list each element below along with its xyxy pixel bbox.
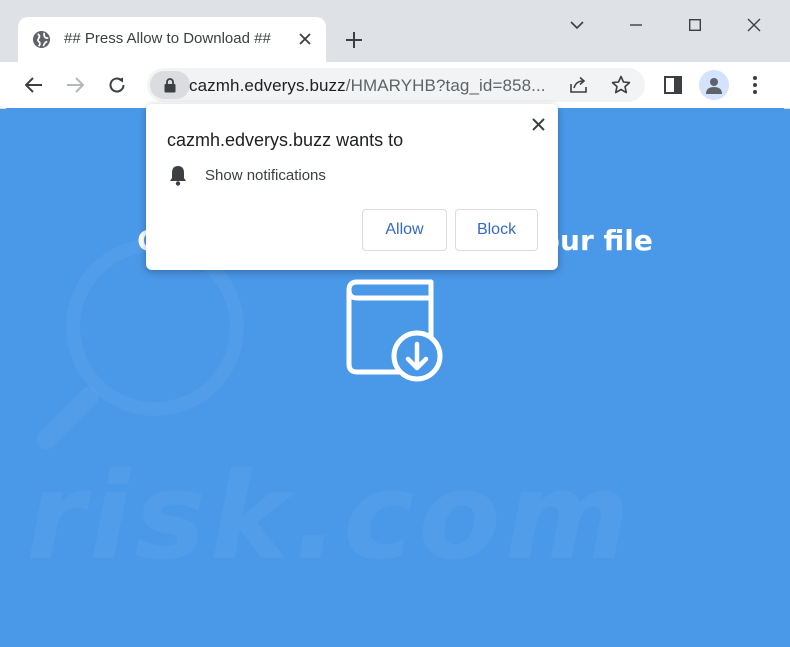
globe-icon <box>32 30 51 49</box>
allow-button[interactable]: Allow <box>362 209 447 251</box>
kebab-menu-icon[interactable] <box>741 71 769 99</box>
bookmark-star-icon[interactable] <box>609 73 633 97</box>
popup-close-icon[interactable] <box>528 114 548 134</box>
book-download-icon <box>346 279 443 382</box>
tab-search-chevron-icon[interactable] <box>559 10 595 40</box>
side-panel-icon[interactable] <box>659 71 687 99</box>
url-host: cazmh.edverys.buzz <box>189 76 346 95</box>
permission-label: Show notifications <box>205 167 326 184</box>
tab-strip: ## Press Allow to Download ## <box>0 0 790 62</box>
bell-icon <box>170 166 186 186</box>
url-path: /HMARYHB?tag_id=858... <box>345 76 546 95</box>
browser-window: ## Press Allow to Download ## cazmh.edve… <box>0 0 790 647</box>
block-button[interactable]: Block <box>455 209 538 251</box>
watermark-magnifier-handle <box>32 382 104 454</box>
tab-close-icon[interactable] <box>296 30 314 48</box>
new-tab-button[interactable] <box>341 27 367 53</box>
forward-arrow-icon[interactable] <box>61 71 89 99</box>
minimize-button[interactable] <box>618 10 654 40</box>
profile-avatar-icon[interactable] <box>699 70 729 100</box>
lock-icon[interactable] <box>150 71 190 99</box>
reload-icon[interactable] <box>103 71 131 99</box>
share-icon[interactable] <box>567 73 591 97</box>
maximize-button[interactable] <box>677 10 713 40</box>
url-text[interactable]: cazmh.edverys.buzz/HMARYHB?tag_id=858... <box>189 76 546 96</box>
close-window-button[interactable] <box>736 10 772 40</box>
address-bar[interactable]: cazmh.edverys.buzz/HMARYHB?tag_id=858... <box>147 68 645 102</box>
tab-title: ## Press Allow to Download ## <box>64 30 271 47</box>
popup-title: cazmh.edverys.buzz wants to <box>167 130 404 150</box>
active-tab[interactable]: ## Press Allow to Download ## <box>18 17 326 62</box>
watermark-text: risk.com <box>26 448 634 587</box>
notification-permission-popup: cazmh.edverys.buzz wants to Show notific… <box>146 104 558 270</box>
browser-toolbar: cazmh.edverys.buzz/HMARYHB?tag_id=858... <box>0 62 790 109</box>
back-arrow-icon[interactable] <box>20 71 48 99</box>
